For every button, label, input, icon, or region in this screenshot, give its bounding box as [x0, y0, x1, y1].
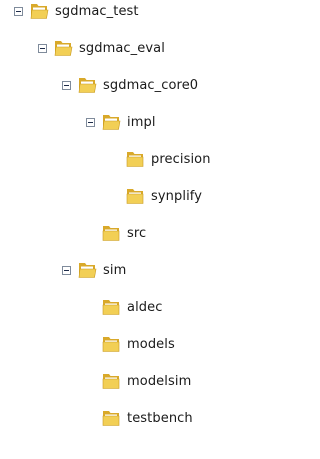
folder-open-icon — [78, 78, 97, 93]
tree-item[interactable]: synplify — [110, 185, 202, 207]
tree-item[interactable]: sgdmac_test — [14, 0, 139, 22]
tree-item[interactable]: sgdmac_eval — [38, 37, 165, 59]
tree-item-label: models — [127, 336, 175, 352]
tree-item-label: synplify — [151, 188, 203, 204]
tree-item[interactable]: precision — [110, 148, 211, 170]
tree-item-label: modelsim — [127, 373, 192, 389]
tree-item[interactable]: src — [86, 222, 146, 244]
tree-item[interactable]: sgdmac_core0 — [62, 74, 198, 96]
folder-icon — [126, 152, 144, 167]
tree-item-label: impl — [127, 114, 156, 130]
folder-icon — [126, 189, 144, 204]
folder-icon — [102, 374, 120, 389]
folder-icon — [102, 411, 120, 426]
tree-item[interactable]: modelsim — [86, 370, 191, 392]
folder-icon — [102, 300, 120, 315]
tree-item-label: aldec — [127, 299, 163, 315]
folder-icon — [102, 226, 120, 241]
collapse-toggle-icon[interactable] — [38, 43, 47, 53]
tree-item[interactable]: aldec — [86, 296, 162, 318]
tree-item[interactable]: models — [86, 333, 175, 355]
tree-item-label: testbench — [127, 410, 193, 426]
collapse-toggle-icon[interactable] — [14, 6, 23, 16]
tree-item-label: sgdmac_eval — [79, 40, 165, 56]
collapse-toggle-icon[interactable] — [62, 80, 71, 90]
folder-open-icon — [102, 115, 121, 130]
collapse-toggle-icon[interactable] — [62, 265, 71, 275]
collapse-toggle-icon[interactable] — [86, 117, 95, 127]
tree-item-label: sim — [103, 262, 127, 278]
folder-icon — [102, 337, 120, 352]
tree-item[interactable]: impl — [86, 111, 156, 133]
folder-open-icon — [30, 4, 49, 19]
tree-item-label: sgdmac_core0 — [103, 77, 199, 93]
tree-item[interactable]: testbench — [86, 407, 193, 429]
folder-open-icon — [78, 263, 97, 278]
tree-item-label: sgdmac_test — [55, 3, 139, 19]
tree-item-label: precision — [151, 151, 211, 167]
tree-item-label: src — [127, 225, 147, 241]
tree-item[interactable]: sim — [62, 259, 126, 281]
folder-tree: sgdmac_test sgdmac_eval sgdmac_core0impl pr… — [0, 0, 257, 459]
folder-open-icon — [54, 41, 73, 56]
